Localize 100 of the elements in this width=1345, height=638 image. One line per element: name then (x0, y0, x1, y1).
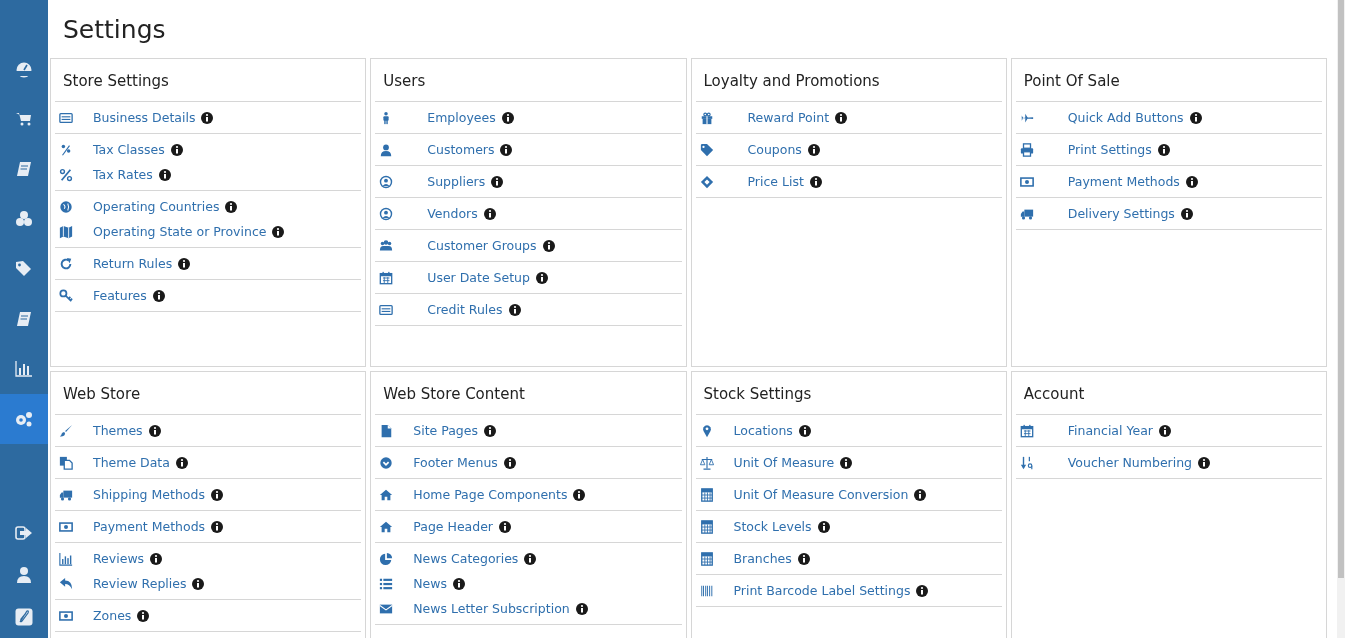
sidebar-item[interactable] (0, 394, 48, 444)
info-icon[interactable] (272, 225, 285, 238)
info-icon[interactable] (797, 552, 810, 565)
settings-link[interactable]: Home Page Components (413, 487, 568, 502)
info-icon[interactable] (501, 111, 514, 124)
settings-link[interactable]: Operating State or Province (93, 224, 267, 239)
settings-link[interactable]: Tax Rates (93, 167, 153, 182)
page-title: Settings (63, 14, 167, 46)
settings-link[interactable]: Stock Levels (733, 519, 812, 534)
bar-chart-icon (59, 551, 73, 566)
settings-link[interactable]: Payment Methods (93, 519, 206, 534)
settings-link[interactable]: Vendors (427, 206, 478, 221)
list-card-icon (379, 302, 394, 317)
settings-link[interactable]: Reviews (93, 551, 145, 566)
info-icon[interactable] (817, 520, 830, 533)
info-icon[interactable] (175, 456, 188, 469)
info-icon[interactable] (524, 552, 537, 565)
info-icon[interactable] (1158, 424, 1171, 437)
settings-link[interactable]: Unit Of Measure (733, 455, 835, 470)
settings-link[interactable]: Price List (747, 174, 804, 189)
settings-link[interactable]: Suppliers (427, 174, 486, 189)
settings-link[interactable]: Print Barcode Label Settings (733, 583, 911, 598)
info-icon[interactable] (483, 207, 496, 220)
settings-link[interactable]: Themes (93, 423, 143, 438)
settings-link[interactable]: Return Rules (93, 256, 173, 271)
info-icon[interactable] (1157, 143, 1170, 156)
scale-icon (699, 455, 714, 470)
settings-link[interactable]: Site Pages (413, 423, 478, 438)
settings-link[interactable]: Zones (93, 608, 132, 623)
settings-link[interactable]: Coupons (747, 142, 802, 157)
info-icon[interactable] (500, 143, 513, 156)
info-icon[interactable] (211, 520, 224, 533)
info-icon[interactable] (835, 111, 848, 124)
card-title: Point Of Sale (1015, 59, 1322, 102)
settings-link[interactable]: Customer Groups (427, 238, 537, 253)
brush-icon (59, 423, 73, 438)
settings-link[interactable]: Quick Add Buttons (1067, 110, 1184, 125)
info-icon[interactable] (137, 609, 150, 622)
settings-link[interactable]: Page Header (413, 519, 493, 534)
calculator-icon (699, 519, 714, 534)
info-icon[interactable] (201, 111, 214, 124)
info-icon[interactable] (840, 456, 853, 469)
info-icon[interactable] (453, 577, 466, 590)
info-icon[interactable] (914, 488, 927, 501)
info-icon[interactable] (178, 257, 191, 270)
info-icon[interactable] (225, 200, 238, 213)
settings-link[interactable]: Shipping Methods (93, 487, 205, 502)
logout-icon (15, 524, 33, 542)
settings-link[interactable]: News Letter Subscription (413, 601, 570, 616)
scrollbar[interactable] (1337, 0, 1345, 638)
settings-link[interactable]: Theme Data (93, 455, 170, 470)
info-icon[interactable] (535, 271, 548, 284)
info-icon[interactable] (807, 143, 820, 156)
settings-link[interactable]: User Date Setup (427, 270, 530, 285)
settings-link[interactable]: Payment Methods (1067, 174, 1180, 189)
info-icon[interactable] (1198, 456, 1211, 469)
info-icon[interactable] (148, 424, 161, 437)
settings-link[interactable]: Unit Of Measure Conversion (733, 487, 909, 502)
info-icon[interactable] (575, 602, 588, 615)
settings-link[interactable]: Tax Classes (93, 142, 165, 157)
settings-link[interactable]: Business Details (93, 110, 196, 125)
info-icon[interactable] (503, 456, 516, 469)
info-icon[interactable] (508, 303, 521, 316)
percent-icon (59, 167, 73, 182)
info-icon[interactable] (573, 488, 586, 501)
app-logo-icon (15, 608, 33, 626)
settings-link[interactable]: Delivery Settings (1067, 206, 1175, 221)
info-icon[interactable] (499, 520, 511, 533)
info-icon[interactable] (158, 168, 171, 181)
ticket-icon (699, 174, 714, 189)
settings-link[interactable]: Footer Menus (413, 455, 498, 470)
settings-link[interactable]: Print Settings (1067, 142, 1152, 157)
settings-link[interactable]: Financial Year (1067, 423, 1153, 438)
calculator-icon (699, 551, 714, 566)
info-icon[interactable] (798, 424, 811, 437)
info-icon[interactable] (484, 424, 496, 437)
info-icon[interactable] (809, 175, 822, 188)
info-icon[interactable] (152, 289, 165, 302)
settings-link[interactable]: News Categories (413, 551, 519, 566)
info-icon[interactable] (542, 239, 555, 252)
info-icon[interactable] (170, 143, 183, 156)
settings-link[interactable]: Review Replies (93, 576, 187, 591)
settings-link[interactable]: Employees (427, 110, 496, 125)
settings-link[interactable]: Operating Countries (93, 199, 220, 214)
settings-link[interactable]: Locations (733, 423, 793, 438)
info-icon[interactable] (1180, 207, 1193, 220)
settings-link[interactable]: Credit Rules (427, 302, 503, 317)
settings-link[interactable]: News (413, 576, 448, 591)
settings-link[interactable]: Features (93, 288, 147, 303)
info-icon[interactable] (192, 577, 205, 590)
info-icon[interactable] (210, 488, 223, 501)
settings-link[interactable]: Customers (427, 142, 495, 157)
settings-link[interactable]: Voucher Numbering (1067, 455, 1193, 470)
info-icon[interactable] (1185, 175, 1198, 188)
settings-link[interactable]: Branches (733, 551, 792, 566)
info-icon[interactable] (491, 175, 504, 188)
settings-link[interactable]: Reward Point (747, 110, 830, 125)
info-icon[interactable] (916, 584, 929, 597)
info-icon[interactable] (150, 552, 163, 565)
info-icon[interactable] (1189, 111, 1202, 124)
